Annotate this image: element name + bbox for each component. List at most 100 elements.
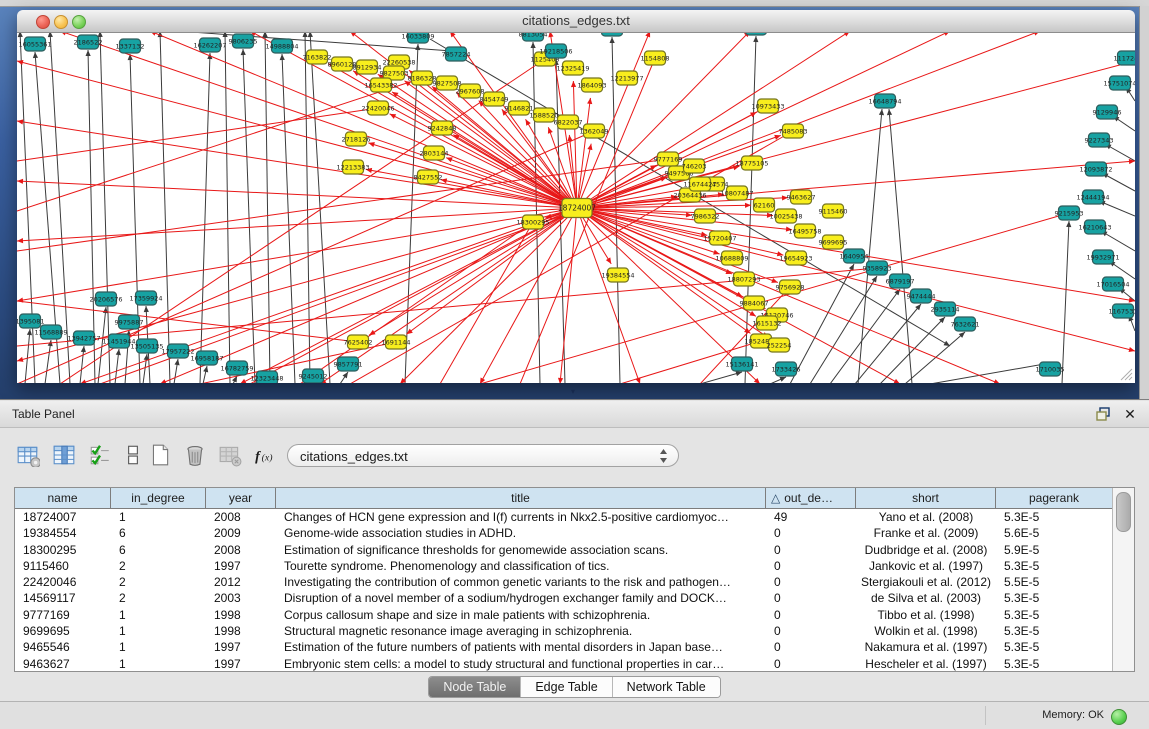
graph-node[interactable]: 15136141 (725, 357, 758, 371)
graph-node[interactable]: 12213977 (610, 71, 643, 85)
table-row[interactable]: 977716911998Corpus callosum shape and si… (15, 607, 1113, 623)
float-panel-icon[interactable] (1095, 406, 1113, 422)
graph-node[interactable]: 16495758 (788, 224, 821, 238)
graph-node[interactable]: 9245012 (299, 369, 328, 383)
graph-node[interactable]: 16033809 (401, 33, 434, 43)
column-header-name[interactable]: name (15, 488, 111, 509)
graph-node[interactable]: 1117244 (1114, 51, 1135, 65)
table-header-row[interactable]: namein_degreeyeartitle△out_de…shortpager… (15, 488, 1113, 509)
graph-node[interactable]: 7625402 (344, 335, 373, 349)
graph-node[interactable]: 15751074 (1103, 76, 1135, 90)
table-scrollbar[interactable] (1112, 488, 1134, 671)
table-row[interactable]: 946362711997Embryonic stem cells: a mode… (15, 656, 1113, 672)
graph-node[interactable]: 746203 (682, 159, 707, 173)
graph-node[interactable]: 9474444 (907, 289, 936, 303)
graph-node[interactable]: 7485083 (779, 124, 808, 138)
graph-node[interactable]: 62160 (754, 198, 775, 212)
graph-node[interactable]: 1154808 (641, 51, 670, 65)
graph-node[interactable]: 1337132 (116, 39, 145, 53)
citation-network-graph[interactable]: 1872400771638228960128891293422260538982… (17, 33, 1135, 383)
column-header-year[interactable]: year (206, 488, 276, 509)
graph-node[interactable]: 19932971 (1086, 250, 1119, 264)
graph-node[interactable]: 9115460 (819, 204, 848, 218)
graph-node[interactable]: 1167533 (1109, 304, 1135, 318)
graph-node[interactable]: 1733426 (772, 362, 801, 376)
graph-node[interactable]: 20206576 (89, 292, 122, 306)
graph-node[interactable]: 22420046 (361, 101, 394, 115)
new-column-icon[interactable] (148, 443, 174, 469)
column-header-in_degree[interactable]: in_degree (111, 488, 206, 509)
column-header-short[interactable]: short (856, 488, 996, 509)
column-header-out_de[interactable]: △out_de… (766, 488, 856, 509)
table-row[interactable]: 969969511998Structural magnetic resonanc… (15, 623, 1113, 639)
table-row[interactable]: 1872400712008Changes of HCN gene express… (15, 509, 1113, 525)
graph-node[interactable]: 2935114 (931, 302, 960, 316)
table-row[interactable]: 946554611997Estimation of the future num… (15, 639, 1113, 655)
graph-node[interactable]: 9463627 (787, 190, 816, 204)
tab-edge-table[interactable]: Edge Table (521, 677, 612, 697)
graph-node[interactable]: 9806235 (229, 34, 258, 48)
graph-node[interactable]: 1615132 (753, 316, 782, 330)
window-titlebar[interactable]: citations_edges.txt (17, 10, 1135, 33)
graph-node[interactable]: 7986322 (691, 209, 720, 223)
graph-node[interactable]: 16648794 (868, 94, 901, 108)
graph-node[interactable]: 1864093 (578, 78, 607, 92)
graph-node[interactable]: 12325419 (556, 61, 589, 75)
graph-node[interactable]: 8813054 (519, 33, 548, 41)
graph-node[interactable]: 14988804 (265, 39, 298, 53)
graph-node[interactable]: 17359924 (129, 291, 162, 305)
graph-node[interactable]: 6879197 (886, 274, 915, 288)
graph-node[interactable]: 16782759 (220, 361, 253, 375)
graph-node[interactable]: 17016504 (1096, 277, 1129, 291)
graph-node[interactable]: 8912934 (353, 60, 382, 74)
graph-node[interactable]: 6822037 (554, 115, 583, 129)
column-header-pagerank[interactable]: pagerank (996, 488, 1113, 509)
tab-network-table[interactable]: Network Table (613, 677, 720, 697)
graph-node[interactable]: 9242848 (428, 121, 457, 135)
graph-node[interactable]: 9756928 (776, 280, 805, 294)
graph-node[interactable]: 16262207 (193, 38, 226, 52)
table-row[interactable]: 1456911722003Disruption of a novel membe… (15, 590, 1113, 606)
network-graph-canvas[interactable]: 1872400771638228960128891293422260538982… (17, 33, 1135, 383)
graph-node[interactable]: 1640954 (840, 249, 869, 263)
graph-node[interactable]: 1395081 (17, 314, 44, 328)
table-row[interactable]: 1830029562008Estimation of significance … (15, 542, 1113, 558)
graph-node[interactable]: 1362049 (580, 124, 609, 138)
graph-node[interactable]: 13942757 (67, 331, 100, 345)
table-scrollbar-thumb[interactable] (1116, 492, 1131, 532)
graph-node[interactable]: 18724007 (558, 199, 596, 218)
graph-node[interactable]: 9699695 (819, 235, 848, 249)
graph-node[interactable]: 16163510 (595, 33, 628, 36)
graph-node[interactable]: 2718126 (342, 132, 371, 146)
node-attribute-table[interactable]: namein_degreeyeartitle△out_de…shortpager… (14, 487, 1135, 672)
column-header-title[interactable]: title (276, 488, 766, 509)
table-selector-dropdown[interactable]: citations_edges.txt (287, 444, 679, 467)
graph-node[interactable]: 9129946 (1093, 105, 1122, 119)
graph-node[interactable]: 12323448 (250, 371, 283, 383)
attribute-table-settings-icon[interactable] (16, 443, 42, 469)
graph-node[interactable]: 9975887 (115, 315, 144, 329)
graph-node[interactable]: 9227343 (1085, 133, 1114, 147)
graph-node[interactable]: 7857224 (442, 47, 471, 61)
graph-node[interactable]: 2186522 (74, 35, 103, 49)
network-view-window[interactable]: citations_edges.txt 18724007716382289601… (17, 10, 1135, 383)
graph-node[interactable]: 1691144 (382, 335, 411, 349)
graph-node[interactable]: 19654923 (779, 251, 812, 265)
graph-node[interactable]: 8427552 (414, 170, 443, 184)
table-row[interactable]: 1938455462009Genome-wide association stu… (15, 525, 1113, 541)
panel-splitter-handle[interactable]: ▾ (566, 388, 580, 396)
graph-node[interactable]: 1710035 (1036, 362, 1065, 376)
table-row[interactable]: 911546021997Tourette syndrome. Phenomeno… (15, 558, 1113, 574)
tab-node-table[interactable]: Node Table (429, 677, 521, 697)
rows-icon[interactable] (121, 443, 147, 469)
graph-node[interactable]: 9215953 (1055, 206, 1084, 220)
graph-node[interactable]: 16958187 (190, 351, 223, 365)
graph-node[interactable]: 7632621 (951, 317, 980, 331)
select-columns-icon[interactable] (52, 443, 78, 469)
graph-node[interactable]: 2803144 (420, 146, 449, 160)
graph-node[interactable]: 9777169 (654, 152, 683, 166)
graph-node[interactable]: 252254 (767, 338, 792, 352)
window-resize-grip[interactable] (1119, 367, 1133, 381)
graph-node[interactable]: 10688809 (715, 251, 748, 265)
delete-column-icon[interactable] (183, 443, 209, 469)
